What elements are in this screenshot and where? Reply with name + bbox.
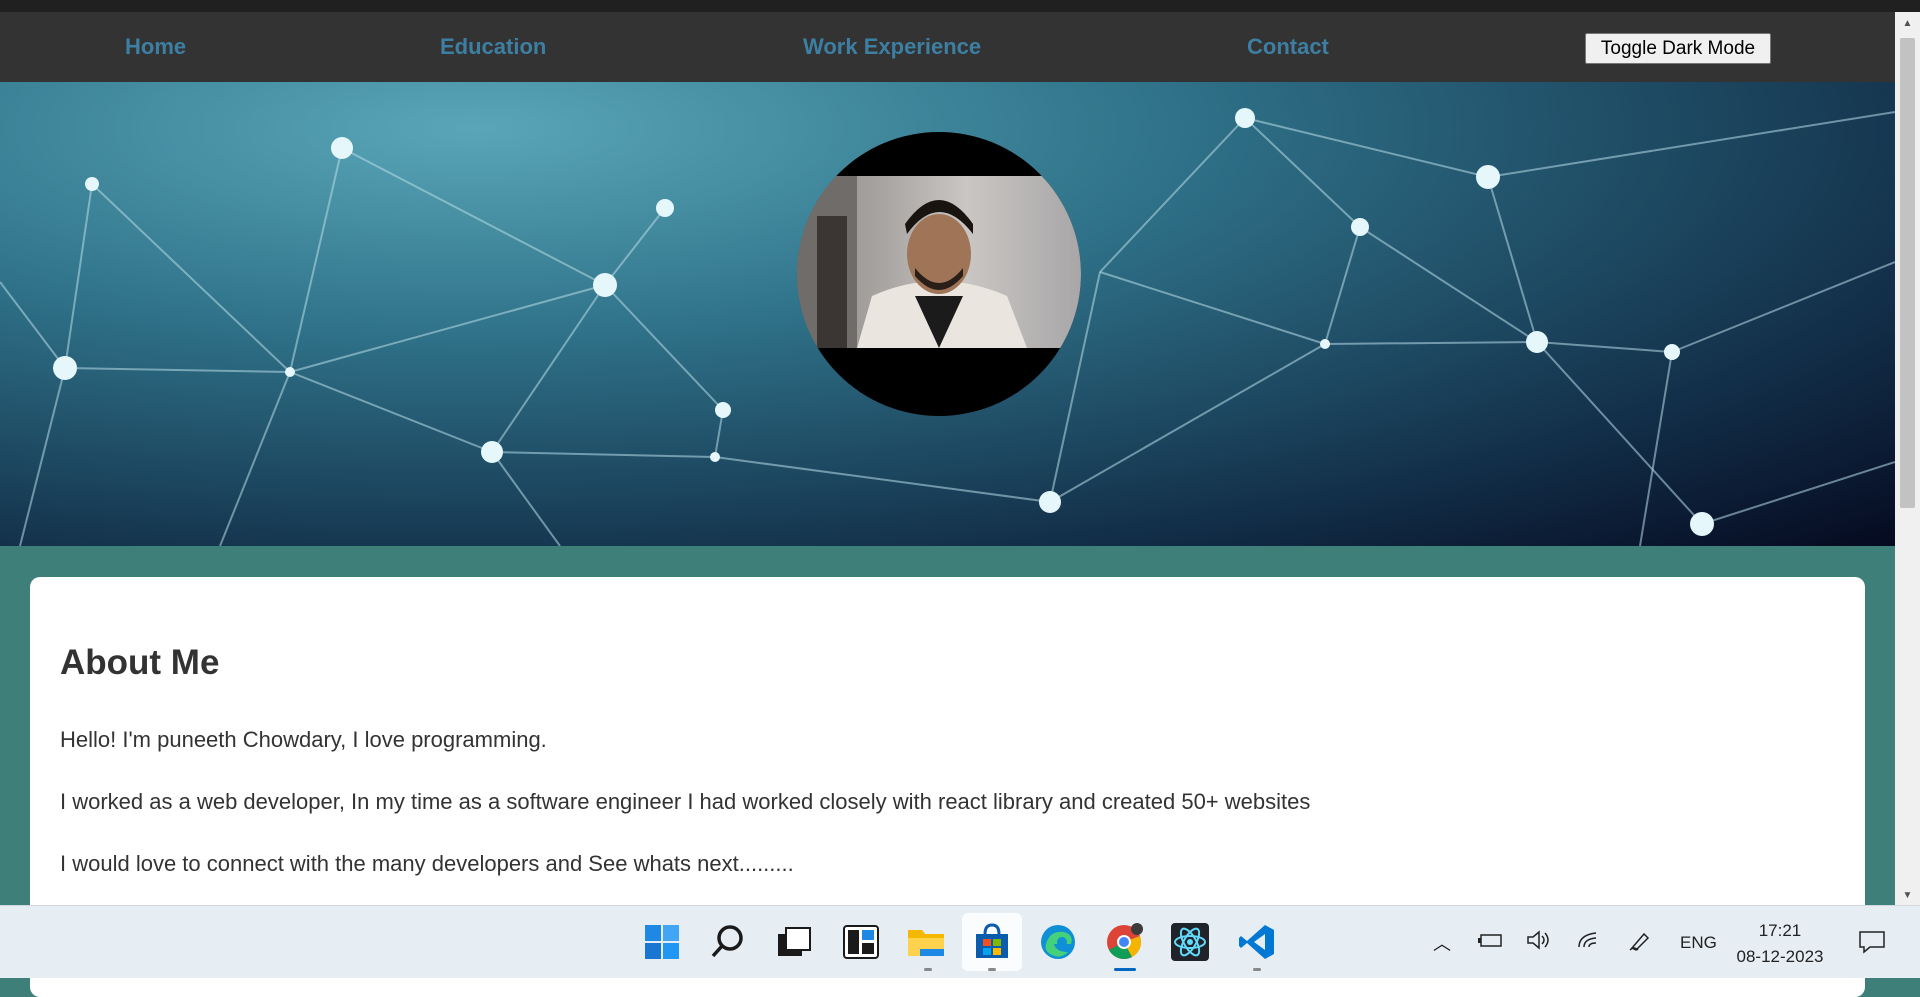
scrollbar-thumb[interactable] bbox=[1900, 38, 1915, 508]
nav-link-contact[interactable]: Contact bbox=[1247, 34, 1329, 60]
microsoft-store-icon[interactable] bbox=[972, 922, 1012, 962]
taskbar-clock[interactable]: 17:21 08-12-2023 bbox=[1720, 918, 1840, 970]
language-indicator[interactable]: ENG bbox=[1680, 933, 1717, 953]
windows-taskbar: ︿ ENG 17:21 08-12-2023 bbox=[0, 905, 1920, 978]
battery-icon[interactable] bbox=[1478, 930, 1504, 955]
vscode-icon[interactable] bbox=[1237, 922, 1277, 962]
search-icon[interactable] bbox=[708, 922, 748, 962]
about-paragraph-2: I worked as a web developer, In my time … bbox=[60, 789, 1311, 814]
nav-link-home[interactable]: Home bbox=[125, 34, 186, 60]
about-paragraph-3: I would love to connect with the many de… bbox=[60, 851, 794, 876]
pen-icon[interactable] bbox=[1628, 930, 1654, 957]
windows-start-icon[interactable] bbox=[642, 922, 682, 962]
navbar: Home Education Work Experience Contact T… bbox=[0, 12, 1895, 82]
browser-top-strip bbox=[0, 0, 1920, 12]
react-devtools-icon[interactable] bbox=[1170, 922, 1210, 962]
scroll-up-arrow-icon[interactable]: ▲ bbox=[1895, 18, 1920, 29]
taskbar-running-indicator bbox=[1253, 968, 1261, 971]
show-hidden-icons-chevron-icon[interactable]: ︿ bbox=[1433, 930, 1451, 956]
taskbar-active-indicator bbox=[1114, 968, 1136, 971]
profile-photo bbox=[797, 176, 1081, 348]
widgets-icon[interactable] bbox=[841, 922, 881, 962]
about-me-heading: About Me bbox=[60, 643, 220, 682]
clock-date: 08-12-2023 bbox=[1736, 947, 1824, 966]
nav-link-education[interactable]: Education bbox=[440, 34, 546, 60]
toggle-dark-mode-button[interactable]: Toggle Dark Mode bbox=[1585, 33, 1771, 64]
hero-banner bbox=[0, 82, 1895, 546]
scroll-down-arrow-icon[interactable]: ▼ bbox=[1895, 890, 1920, 901]
edge-icon[interactable] bbox=[1038, 922, 1078, 962]
file-explorer-icon[interactable] bbox=[906, 922, 946, 962]
profile-avatar bbox=[797, 132, 1081, 416]
chrome-icon[interactable] bbox=[1104, 922, 1144, 962]
clock-time: 17:21 bbox=[1758, 921, 1802, 940]
page-scrollbar[interactable]: ▲ ▼ bbox=[1895, 12, 1920, 905]
notifications-icon[interactable] bbox=[1858, 930, 1886, 959]
nav-link-work-experience[interactable]: Work Experience bbox=[803, 34, 981, 60]
taskbar-running-indicator bbox=[988, 968, 996, 971]
wifi-icon[interactable] bbox=[1576, 930, 1602, 955]
about-paragraph-1: Hello! I'm puneeth Chowdary, I love prog… bbox=[60, 727, 547, 752]
taskbar-running-indicator bbox=[924, 968, 932, 971]
volume-icon[interactable] bbox=[1526, 930, 1552, 955]
task-view-icon[interactable] bbox=[774, 922, 814, 962]
